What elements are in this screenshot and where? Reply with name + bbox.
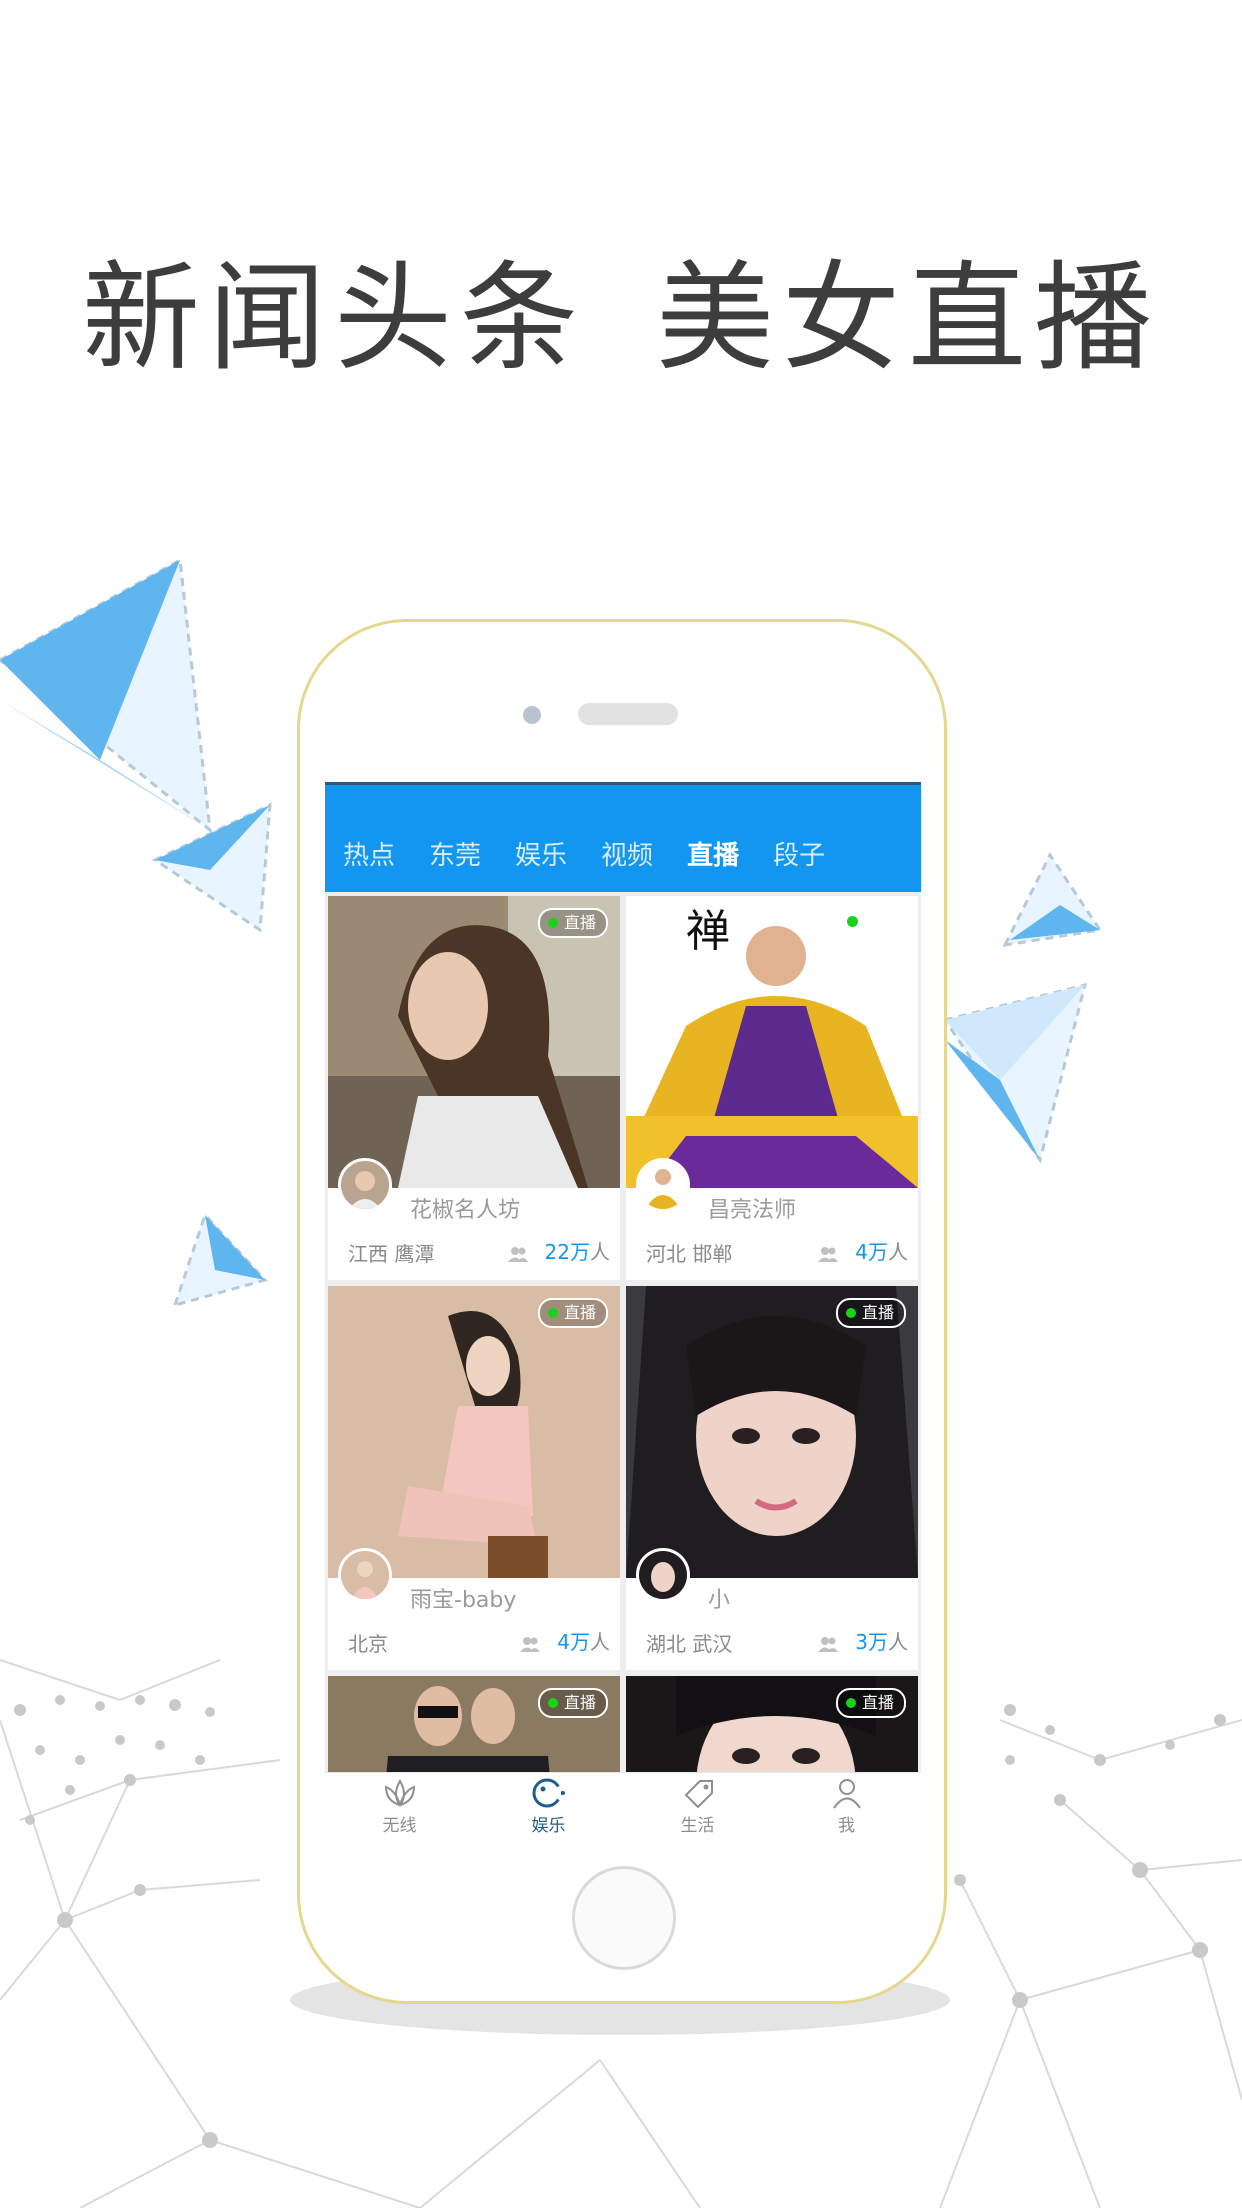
viewer-count: 4万人 [519, 1626, 610, 1655]
viewer-count: 4万人 [817, 1236, 908, 1265]
stream-thumbnail: 直播 [328, 896, 620, 1188]
live-card[interactable]: 直播 花椒名人坊 江西 鹰潭 22万人 [328, 896, 620, 1280]
paper-plane-large [0, 557, 212, 834]
speaker-grille [578, 703, 678, 725]
live-badge: 直播 [537, 1298, 608, 1328]
tabbar-label: 娱乐 [531, 1816, 566, 1836]
tabbar-label: 生活 [680, 1816, 715, 1836]
viewer-count: 22万人 [507, 1236, 610, 1265]
streamer-name: 雨宝-baby [410, 1588, 517, 1613]
paper-plane-small-left [151, 802, 272, 933]
tabbar-item-entertainment[interactable]: 娱乐 [474, 1777, 623, 1836]
tabbar-item-me[interactable]: 我 [772, 1777, 921, 1836]
location: 河北 邯郸 [646, 1242, 733, 1266]
tab-dongguan[interactable]: 东莞 [429, 835, 481, 872]
people-icon [507, 1246, 528, 1262]
people-icon [520, 1636, 541, 1652]
live-card[interactable]: 直播 雨宝-baby 北京 4万人 [328, 1286, 620, 1670]
avatar[interactable] [636, 1548, 690, 1602]
category-tabs: 热点 东莞 娱乐 视频 直播 段子 [343, 835, 859, 885]
avatar[interactable] [636, 1158, 690, 1212]
location: 北京 [348, 1632, 388, 1656]
bottom-tab-bar: 无线 娱乐 生活 我 [325, 1772, 921, 1848]
tabbar-label: 无线 [382, 1816, 417, 1836]
people-icon [818, 1246, 839, 1262]
stream-thumbnail: 禅 [626, 896, 918, 1188]
top-navigation-bar: 热点 东莞 娱乐 视频 直播 段子 [325, 782, 921, 892]
tag-icon [684, 1780, 713, 1809]
paper-plane-right-top [1002, 852, 1103, 947]
live-badge: 直播 [537, 908, 608, 938]
gamepad-icon [532, 1778, 565, 1808]
person-icon [832, 1779, 861, 1809]
avatar[interactable] [338, 1158, 392, 1212]
stream-thumbnail: 直播 [328, 1286, 620, 1578]
headline: 新闻头条 美女直播 [0, 222, 1242, 387]
stream-thumbnail: 直播 [626, 1286, 918, 1578]
tab-hot[interactable]: 热点 [343, 835, 395, 872]
tab-jokes[interactable]: 段子 [773, 835, 825, 872]
live-indicator [847, 916, 858, 927]
viewer-count: 3万人 [817, 1626, 908, 1655]
svg-text:禅: 禅 [686, 906, 730, 957]
streamer-name: 小 [708, 1588, 731, 1613]
paper-plane-right-mid [942, 982, 1088, 1164]
tab-entertainment[interactable]: 娱乐 [515, 835, 567, 872]
lotus-icon [384, 1778, 415, 1807]
phone-mockup: 热点 东莞 娱乐 视频 直播 段子 直播 花椒名人坊 江西 鹰潭 22万人 禅 … [297, 619, 947, 2004]
home-button[interactable] [572, 1866, 676, 1970]
avatar[interactable] [338, 1548, 392, 1602]
people-icon [818, 1636, 839, 1652]
camera-icon [523, 706, 541, 724]
live-badge: 直播 [537, 1688, 608, 1718]
app-screen: 热点 东莞 娱乐 视频 直播 段子 直播 花椒名人坊 江西 鹰潭 22万人 禅 … [325, 782, 921, 1848]
live-badge: 直播 [835, 1688, 906, 1718]
tabbar-item-wireless[interactable]: 无线 [325, 1777, 474, 1836]
tabbar-item-life[interactable]: 生活 [623, 1777, 772, 1836]
headline-left: 新闻头条 [81, 249, 586, 387]
live-badge: 直播 [835, 1298, 906, 1328]
tab-video[interactable]: 视频 [601, 835, 653, 872]
tabbar-label: 我 [838, 1816, 855, 1836]
paper-plane-tiny-left [172, 1212, 268, 1308]
streamer-name: 昌亮法师 [708, 1198, 797, 1223]
streamer-name: 花椒名人坊 [410, 1198, 521, 1223]
tab-live[interactable]: 直播 [687, 835, 739, 872]
live-card[interactable]: 禅 昌亮法师 河北 邯郸 4万人 [626, 896, 918, 1280]
live-card[interactable]: 直播 小 湖北 武汉 3万人 [626, 1286, 918, 1670]
headline-right: 美女直播 [656, 249, 1161, 387]
location: 湖北 武汉 [646, 1632, 733, 1656]
location: 江西 鹰潭 [348, 1242, 435, 1266]
